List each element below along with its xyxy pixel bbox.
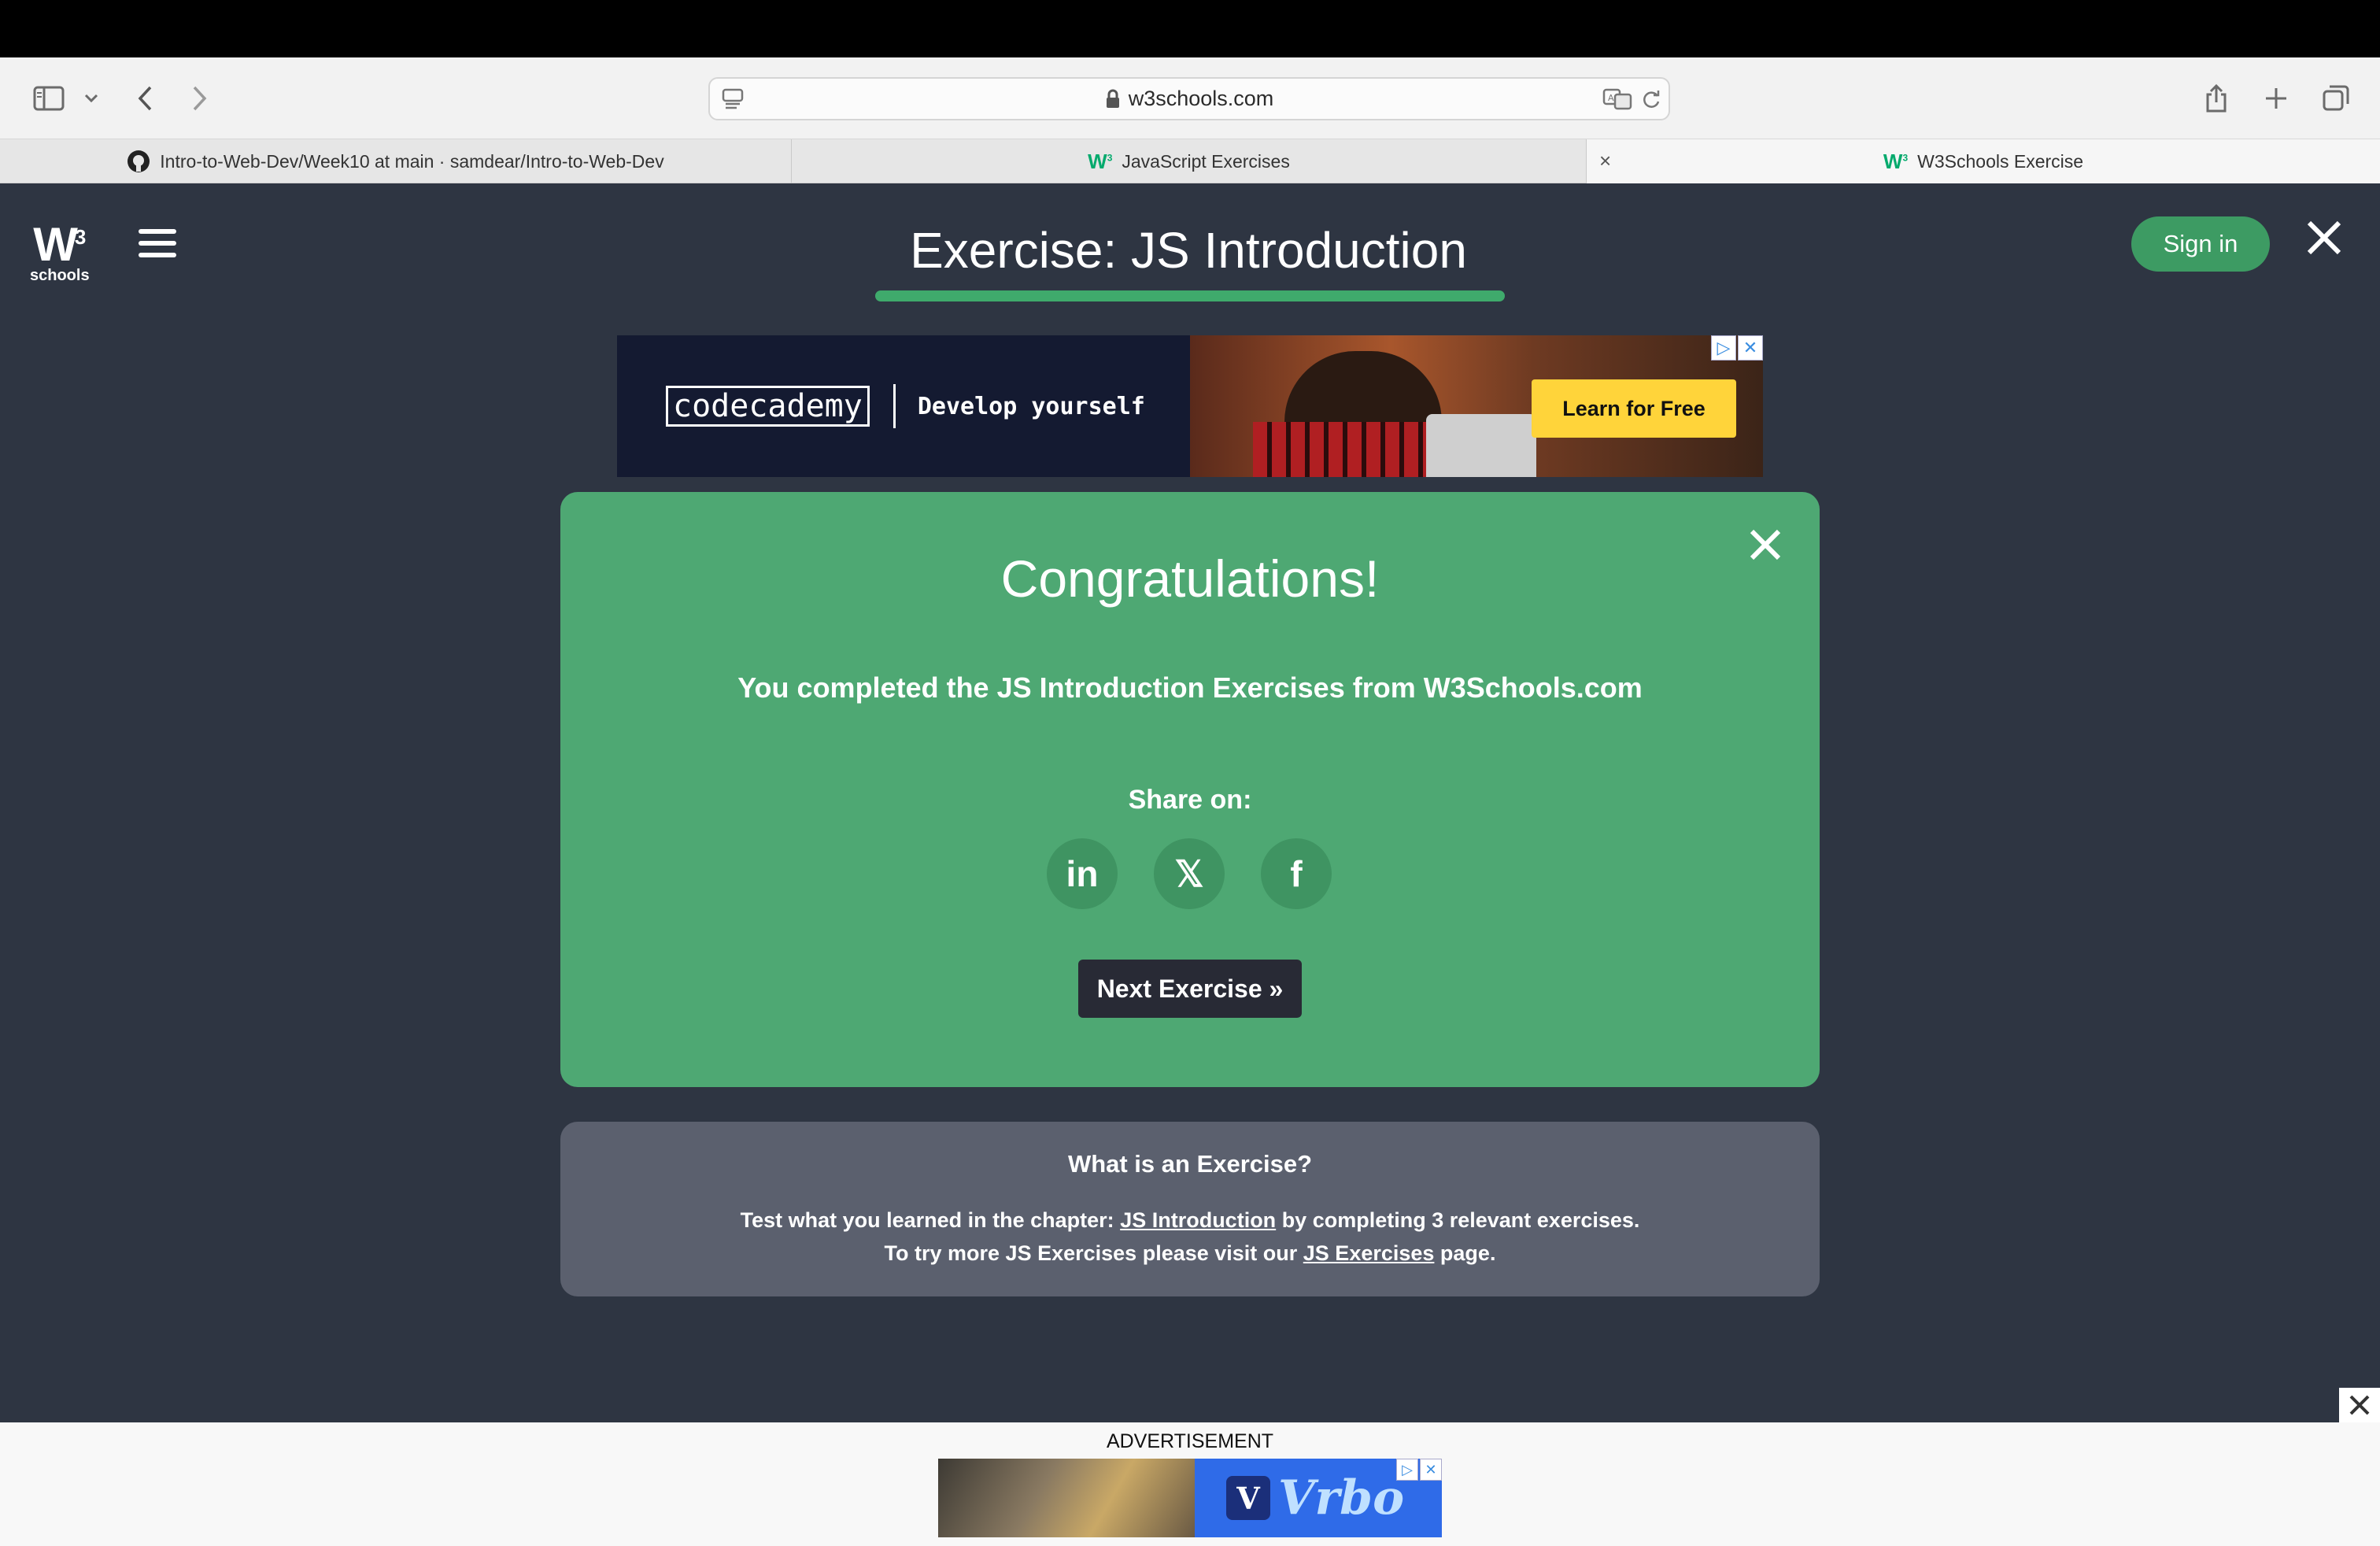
next-exercise-button[interactable]: Next Exercise » — [1078, 960, 1302, 1018]
w3schools-icon: W3 — [1883, 149, 1909, 173]
bottom-ad-banner[interactable]: V Vrbo ▷ ✕ — [938, 1459, 1442, 1537]
info-text: page. — [1434, 1241, 1496, 1265]
modal-subtitle: You completed the JS Introduction Exerci… — [737, 671, 1643, 704]
ad-tagline: Develop yourself — [917, 392, 1145, 420]
ad-close-icon[interactable]: ✕ — [1738, 335, 1763, 361]
vrbo-icon: V — [1226, 1476, 1270, 1520]
github-icon — [128, 150, 150, 172]
ad-brand: codecademy — [666, 386, 870, 427]
ad-brand-area: codecademy Develop yourself — [617, 335, 1190, 477]
linkedin-icon[interactable]: in — [1047, 838, 1118, 909]
social-share-buttons: in 𝕏 f — [1047, 838, 1332, 909]
url-text: w3schools.com — [1128, 87, 1274, 110]
share-label: Share on: — [1128, 785, 1252, 815]
logo-text: schools — [30, 267, 90, 284]
ad-brand: Vrbo — [1278, 1470, 1405, 1526]
tab-bar: Intro-to-Web-Dev/Week10 at main · samdea… — [0, 139, 2380, 183]
js-introduction-link[interactable]: JS Introduction — [1120, 1208, 1276, 1232]
info-heading: What is an Exercise? — [1067, 1150, 1313, 1178]
screen-top-bar — [0, 0, 2380, 57]
close-bottom-ad-button[interactable] — [2339, 1388, 2380, 1422]
info-text: To try more JS Exercises please visit ou… — [884, 1241, 1303, 1265]
info-text: by completing 3 relevant exercises. — [1276, 1208, 1640, 1232]
browser-toolbar: w3schools.com A — [0, 57, 2380, 139]
tab-overview-button[interactable] — [2319, 76, 2353, 120]
tab-label: JavaScript Exercises — [1122, 150, 1290, 172]
w3schools-logo[interactable]: W3 schools — [30, 215, 90, 285]
sidebar-icon — [33, 86, 65, 111]
chevron-left-icon — [138, 86, 152, 111]
page-title: Exercise: JS Introduction — [910, 222, 1467, 279]
w3-logo-icon: W3 — [33, 218, 87, 271]
info-line-1: Test what you learned in the chapter: JS… — [560, 1208, 1820, 1233]
advertisement-label: ADVERTISEMENT — [1106, 1430, 1274, 1452]
close-icon — [2349, 1395, 2370, 1415]
title-underline — [875, 290, 1505, 301]
tab-label: Intro-to-Web-Dev/Week10 at main · samdea… — [160, 150, 664, 172]
ad-divider — [893, 384, 896, 428]
tab-label: W3Schools Exercise — [1917, 150, 2084, 172]
chevron-right-icon — [193, 86, 207, 111]
share-icon — [2206, 83, 2227, 113]
ad-controls: ▷ ✕ — [1396, 1459, 1442, 1481]
tab-overview-icon — [2323, 85, 2349, 111]
ad-laptop-image — [1426, 414, 1536, 477]
bottom-ad-area: ADVERTISEMENT V Vrbo ▷ ✕ — [0, 1422, 2380, 1546]
exercise-info-box: What is an Exercise? Test what you learn… — [560, 1122, 1820, 1296]
sidebar-toggle-button[interactable] — [30, 76, 68, 120]
forward-button[interactable] — [187, 76, 213, 120]
tab-javascript-exercises[interactable]: W3 JavaScript Exercises — [792, 139, 1587, 183]
codecademy-logo: codecademy — [666, 386, 871, 427]
new-tab-button[interactable] — [2260, 76, 2292, 120]
congratulations-modal: Congratulations! You completed the JS In… — [560, 492, 1820, 1087]
info-line-2: To try more JS Exercises please visit ou… — [560, 1241, 1820, 1266]
close-icon — [2307, 220, 2341, 255]
hamburger-menu-icon[interactable] — [139, 229, 176, 261]
chevron-down-icon — [84, 94, 98, 103]
modal-title: Congratulations! — [1000, 549, 1380, 608]
ad-photo — [938, 1459, 1195, 1537]
adchoices-icon[interactable]: ▷ — [1396, 1459, 1418, 1481]
tab-w3schools-exercise[interactable]: × W3 W3Schools Exercise — [1587, 139, 2380, 183]
sign-in-button[interactable]: Sign in — [2131, 216, 2270, 272]
ad-controls: ▷ ✕ — [1711, 335, 1763, 361]
lock-icon — [1106, 89, 1119, 108]
close-exercise-button[interactable] — [2304, 218, 2344, 257]
close-tab-icon[interactable]: × — [1599, 149, 1611, 173]
share-button[interactable] — [2201, 76, 2232, 120]
top-ad-banner[interactable]: codecademy Develop yourself Learn for Fr… — [617, 335, 1763, 477]
page-content: W3 schools Exercise: JS Introduction Sig… — [0, 183, 2380, 1422]
info-text: Test what you learned in the chapter: — [740, 1208, 1121, 1232]
ad-cta-button[interactable]: Learn for Free — [1532, 379, 1736, 438]
svg-text:A: A — [1608, 93, 1614, 103]
facebook-icon[interactable]: f — [1261, 838, 1332, 909]
reload-icon[interactable] — [1640, 88, 1662, 114]
tab-github[interactable]: Intro-to-Web-Dev/Week10 at main · samdea… — [0, 139, 792, 183]
address-bar[interactable]: w3schools.com A — [708, 77, 1670, 120]
w3schools-icon: W3 — [1088, 149, 1113, 173]
x-icon[interactable]: 𝕏 — [1154, 838, 1225, 909]
back-button[interactable] — [132, 76, 157, 120]
adchoices-icon[interactable]: ▷ — [1711, 335, 1736, 361]
plus-icon — [2266, 88, 2286, 109]
js-exercises-link[interactable]: JS Exercises — [1303, 1241, 1435, 1265]
sidebar-menu-chevron[interactable] — [82, 76, 101, 120]
ad-close-icon[interactable]: ✕ — [1420, 1459, 1442, 1481]
translate-icon[interactable]: A — [1602, 87, 1634, 116]
